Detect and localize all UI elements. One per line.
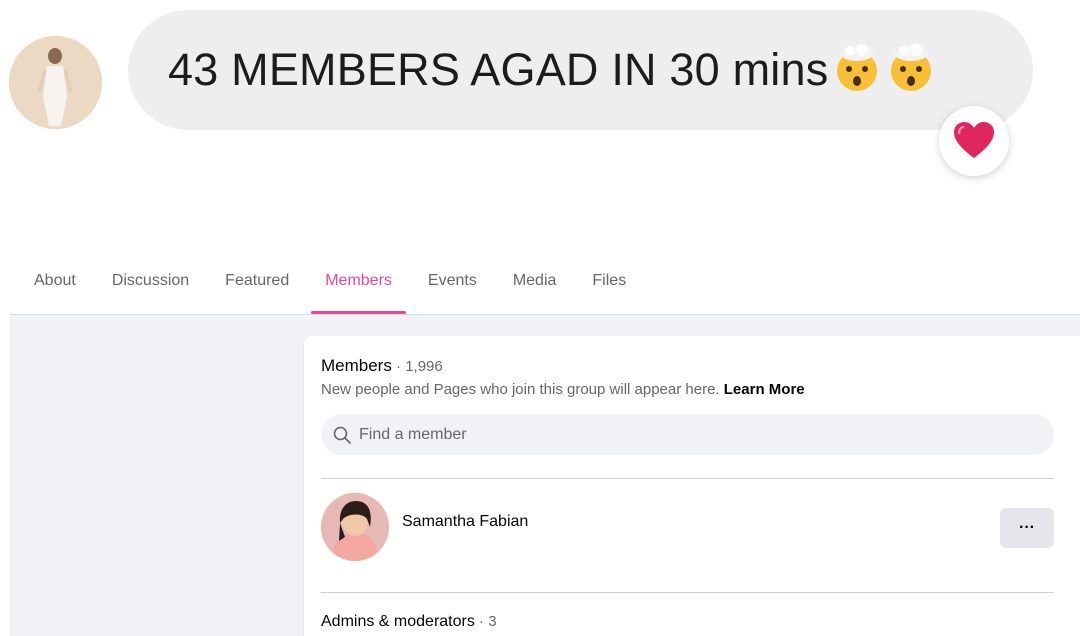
members-card: Members · 1,996 New people and Pages who…	[304, 336, 1080, 636]
list-item[interactable]: Samantha Fabian ···	[321, 493, 1054, 563]
members-subtitle: New people and Pages who join this group…	[321, 381, 805, 398]
exploding-head-emoji	[886, 43, 936, 93]
heart-reaction[interactable]	[939, 106, 1009, 176]
member-name[interactable]: Samantha Fabian	[402, 513, 528, 531]
search-input[interactable]	[359, 425, 1019, 444]
admins-title: Admins & moderators	[321, 613, 475, 630]
divider	[321, 592, 1054, 593]
more-options-button[interactable]: ···	[1000, 508, 1054, 548]
message-bubble[interactable]: 43 MEMBERS AGAD IN 30 mins	[128, 10, 1033, 130]
admins-count: 3	[488, 613, 497, 630]
tab-media[interactable]: Media	[495, 256, 575, 314]
exploding-head-emoji	[832, 43, 882, 93]
members-title: Members	[321, 356, 392, 375]
divider	[321, 478, 1054, 479]
tab-members[interactable]: Members	[307, 256, 410, 314]
admins-heading: Admins & moderators · 3	[321, 613, 497, 631]
tab-events[interactable]: Events	[410, 256, 495, 314]
message-text: 43 MEMBERS AGAD IN 30 mins	[168, 44, 829, 95]
tab-featured[interactable]: Featured	[207, 256, 307, 314]
tab-files[interactable]: Files	[574, 256, 644, 314]
group-page: 43 MEMBERS AGAD IN 30 mins About Discuss…	[0, 0, 1080, 636]
admins-count-sep: ·	[474, 613, 489, 630]
heart-icon	[954, 122, 994, 158]
members-count: 1,996	[405, 358, 443, 375]
members-count-sep: ·	[391, 358, 406, 375]
search-icon	[333, 426, 351, 444]
tab-discussion[interactable]: Discussion	[94, 256, 207, 314]
avatar[interactable]	[321, 493, 389, 561]
tab-about[interactable]: About	[16, 256, 94, 314]
learn-more-link[interactable]: Learn More	[724, 381, 805, 398]
sender-avatar[interactable]	[9, 36, 102, 129]
members-subtitle-text: New people and Pages who join this group…	[321, 381, 720, 398]
group-tabs: About Discussion Featured Members Events…	[16, 256, 644, 314]
members-heading: Members · 1,996	[321, 356, 443, 376]
member-search[interactable]	[321, 414, 1054, 455]
